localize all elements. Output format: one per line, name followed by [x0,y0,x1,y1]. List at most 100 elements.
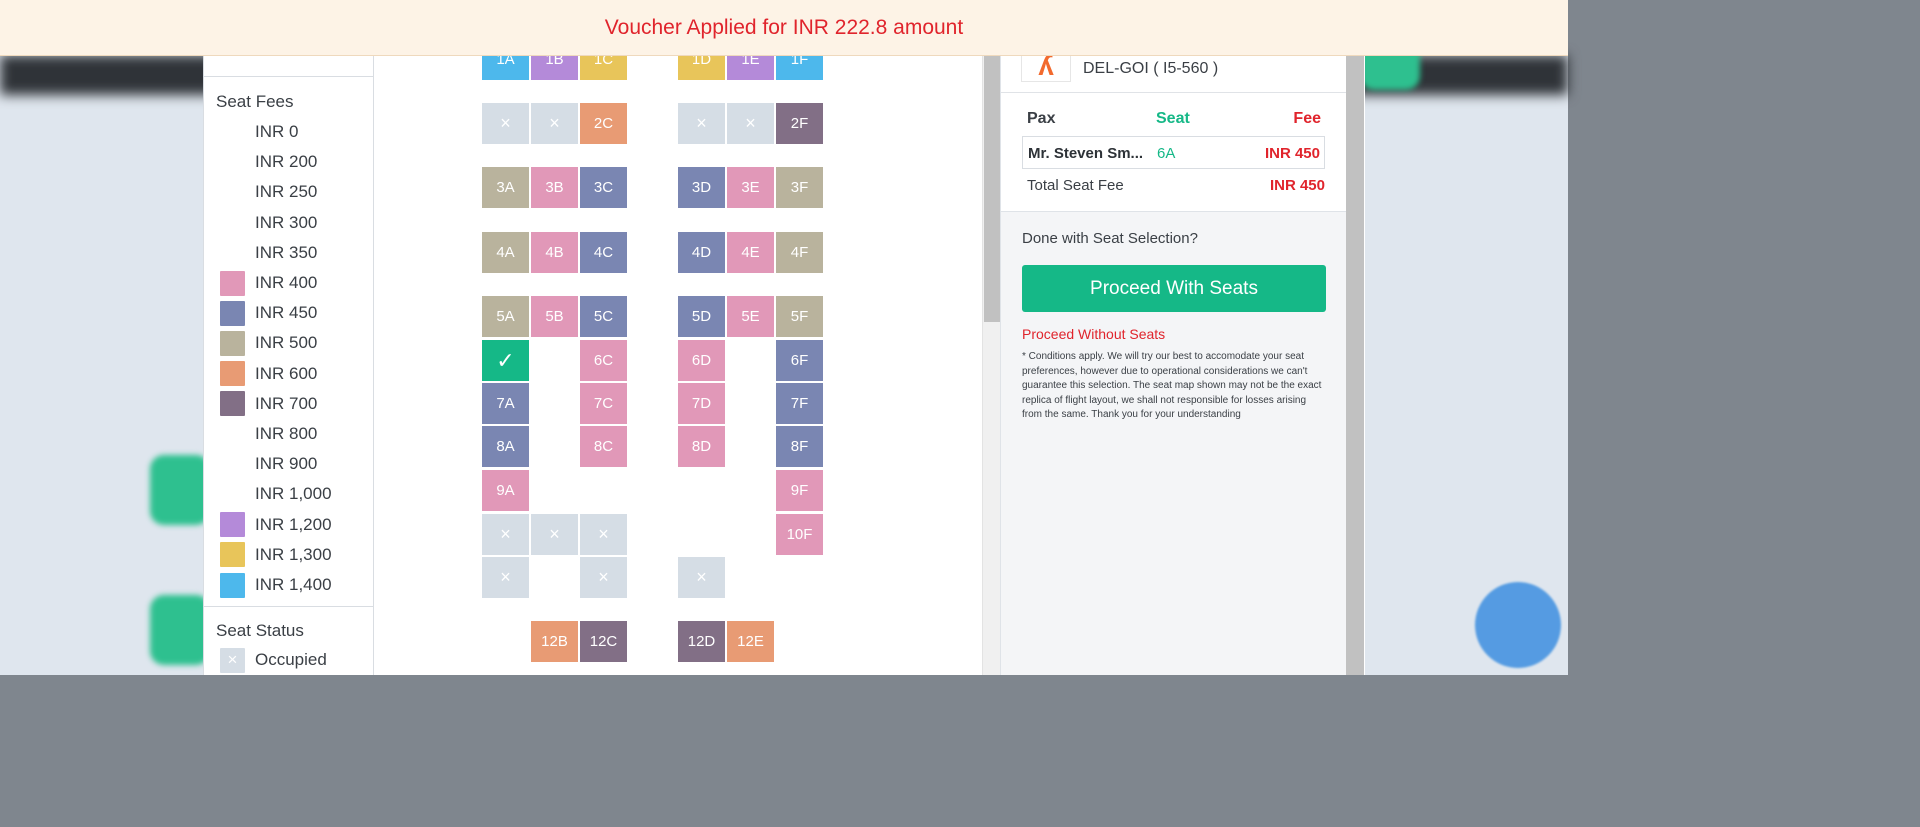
seat-8a[interactable]: 8A [482,426,529,467]
legend-swatch [220,542,245,568]
modal-scrollbar[interactable] [1346,56,1364,675]
legend-swatch [220,330,245,356]
legend-swatch [220,210,245,235]
seat-8f[interactable]: 8F [776,426,823,467]
legend-fee-row: INR 600 [220,361,317,387]
occupied-seat: × [531,103,578,144]
legend-swatch [220,422,245,447]
fee-header: Fee [1293,110,1321,127]
done-prompt: Done with Seat Selection? [1022,230,1198,247]
total-seat-fee-label: Total Seat Fee [1027,177,1124,194]
seat-fees-title: Seat Fees [216,92,294,111]
background-button [150,595,210,665]
seat-4a[interactable]: 4A [482,232,529,273]
legend-swatch [220,572,245,598]
legend-fee-label: INR 0 [255,122,299,141]
seat-5e[interactable]: 5E [727,296,774,337]
seat-12e[interactable]: 12E [727,621,774,662]
seat-5a[interactable]: 5A [482,296,529,337]
legend-divider [204,606,374,607]
seat-3a[interactable]: 3A [482,167,529,208]
flight-route: DEL-GOI ( I5-560 ) [1083,60,1219,77]
legend-swatch [220,150,245,175]
seat-6c[interactable]: 6C [580,340,627,381]
occupied-seat: × [482,514,529,555]
legend-fee-label: INR 1,200 [255,514,332,534]
voucher-banner-text: Voucher Applied for INR 222.8 amount [604,15,964,39]
seat-1d[interactable]: 1D [678,56,725,80]
seat-7a[interactable]: 7A [482,383,529,424]
seat-1a[interactable]: 1A [482,56,529,80]
legend-fee-label: INR 1,000 [255,484,332,504]
seat-1f[interactable]: 1F [776,56,823,80]
legend-fee-label: INR 700 [255,393,318,413]
conditions-text: * Conditions apply. We will try our best… [1022,351,1322,421]
legend-fee-row: INR 500 [220,330,317,356]
seat-4c[interactable]: 4C [580,232,627,273]
seat-9f[interactable]: 9F [776,470,823,511]
legend-swatch [220,240,245,265]
seat-3d[interactable]: 3D [678,167,725,208]
close-icon: × [220,647,245,673]
legend-fee-label: INR 600 [255,363,318,383]
seat-3c[interactable]: 3C [580,167,627,208]
seat-12c[interactable]: 12C [580,621,627,662]
legend-fee-row: INR 1,200 [220,512,332,538]
legend-fee-row: INR 900 [220,451,317,477]
occupied-seat: × [580,514,627,555]
legend-fee-row: INR 800 [220,421,317,447]
proceed-without-seats-link[interactable]: Proceed Without Seats [1022,326,1165,342]
passenger-name: Mr. Steven Sm... [1028,145,1144,162]
seat-12b[interactable]: 12B [531,621,578,662]
seat-5c[interactable]: 5C [580,296,627,337]
legend-swatch [220,120,245,145]
legend-swatch [220,482,245,507]
seat-map-scrollbar[interactable] [982,56,1000,675]
seat-4d[interactable]: 4D [678,232,725,273]
legend-swatch [220,180,245,205]
seat-10f[interactable]: 10F [776,514,823,555]
seat-1c[interactable]: 1C [580,56,627,80]
chat-fab-button[interactable] [1475,582,1561,668]
seat-6f[interactable]: 6F [776,340,823,381]
seat-4b[interactable]: 4B [531,232,578,273]
seat-6d[interactable]: 6D [678,340,725,381]
passenger-fee: INR 450 [1264,145,1320,162]
passenger-row[interactable]: Mr. Steven Sm... 6A INR 450 [1022,136,1325,169]
summary-divider [1001,92,1347,93]
seat-status-title: Seat Status [216,621,304,640]
seat-8c[interactable]: 8C [580,426,627,467]
selected-seat-check-icon[interactable]: ✓ [482,340,529,381]
seat-5f[interactable]: 5F [776,296,823,337]
occupied-seat: × [482,557,529,598]
scrollbar-thumb[interactable] [984,56,1000,322]
legend-fee-label: INR 1,400 [255,575,332,594]
seat-4f[interactable]: 4F [776,232,823,273]
seat-7c[interactable]: 7C [580,383,627,424]
proceed-with-seats-button[interactable]: Proceed With Seats [1022,265,1326,312]
seat-5d[interactable]: 5D [678,296,725,337]
legend-fee-label: INR 1,300 [255,544,332,564]
legend-fee-row: INR 1,400 [220,572,332,598]
legend-status-label: Occupied [255,650,327,669]
legend-fee-row: INR 400 [220,270,317,296]
seat-1e[interactable]: 1E [727,56,774,80]
seat-3f[interactable]: 3F [776,167,823,208]
seat-5b[interactable]: 5B [531,296,578,337]
seat-3e[interactable]: 3E [727,167,774,208]
seat-9a[interactable]: 9A [482,470,529,511]
seat-2c[interactable]: 2C [580,103,627,144]
seat-12d[interactable]: 12D [678,621,725,662]
legend-swatch [220,300,245,326]
summary-card: ʎ DEL-GOI ( I5-560 ) Pax Seat Fee Mr. St… [1001,50,1347,212]
seat-map: 1A 1B 1C 1D 1E 1F × × 2C × × 2F 3A 3B 3C 3D 3E 3F 4A 4B 4C 4D… [374,56,982,675]
seat-7f[interactable]: 7F [776,383,823,424]
occupied-seat: × [580,557,627,598]
seat-7d[interactable]: 7D [678,383,725,424]
seat-1b[interactable]: 1B [531,56,578,80]
seat-3b[interactable]: 3B [531,167,578,208]
passenger-seat: 6A [1157,145,1176,162]
seat-4e[interactable]: 4E [727,232,774,273]
seat-2f[interactable]: 2F [776,103,823,144]
seat-8d[interactable]: 8D [678,426,725,467]
